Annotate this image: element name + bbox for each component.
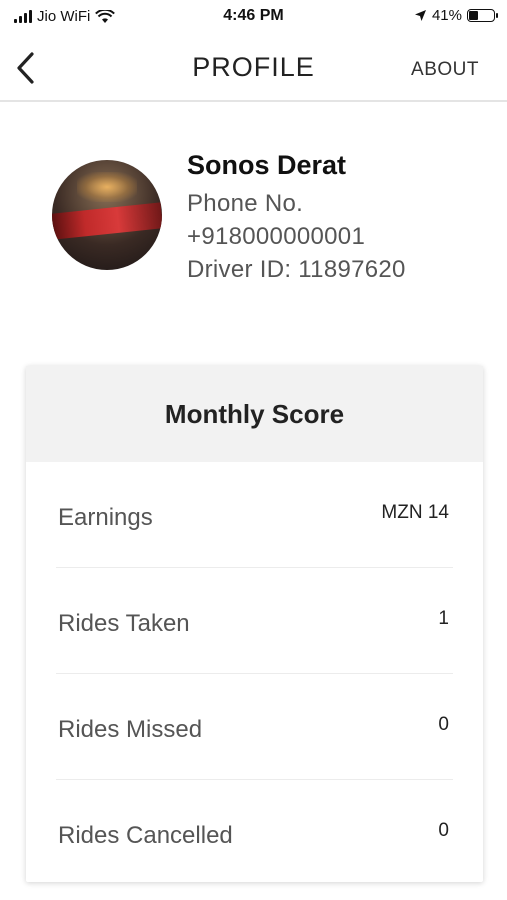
battery-icon (467, 9, 498, 22)
driver-id: Driver ID: 11897620 (187, 256, 406, 283)
row-value: MZN 14 (381, 502, 449, 523)
monthly-score-card: Monthly Score Earnings MZN 14 Rides Take… (26, 366, 483, 882)
driver-name: Sonos Derat (187, 150, 347, 180)
row-label: Rides Missed (58, 716, 203, 743)
phone-number: +918000000001 (187, 223, 366, 250)
status-bar: Jio WiFi 4:46 PM 41% (0, 0, 507, 34)
row-value: 0 (438, 714, 449, 735)
battery-level (469, 11, 479, 20)
about-button[interactable]: ABOUT (411, 59, 479, 81)
score-row-rides-missed: Rides Missed 0 (56, 674, 453, 780)
phone-label: Phone No. (187, 190, 304, 217)
avatar (52, 160, 162, 270)
row-label: Rides Taken (58, 610, 190, 637)
battery-percent: 41% (431, 7, 462, 24)
card-title: Monthly Score (26, 366, 483, 462)
row-label: Earnings (58, 504, 153, 531)
status-right: 41% (414, 7, 498, 24)
nav-bar: PROFILE ABOUT (0, 34, 507, 102)
score-row-rides-taken: Rides Taken 1 (56, 568, 453, 674)
score-row-earnings: Earnings MZN 14 (56, 462, 453, 568)
location-arrow-icon (414, 10, 426, 21)
profile-info: Sonos Derat Phone No. +918000000001 Driv… (187, 150, 406, 286)
row-value: 0 (438, 820, 449, 841)
score-row-rides-cancelled: Rides Cancelled 0 (56, 780, 453, 885)
row-value: 1 (438, 608, 449, 629)
row-label: Rides Cancelled (58, 822, 233, 849)
